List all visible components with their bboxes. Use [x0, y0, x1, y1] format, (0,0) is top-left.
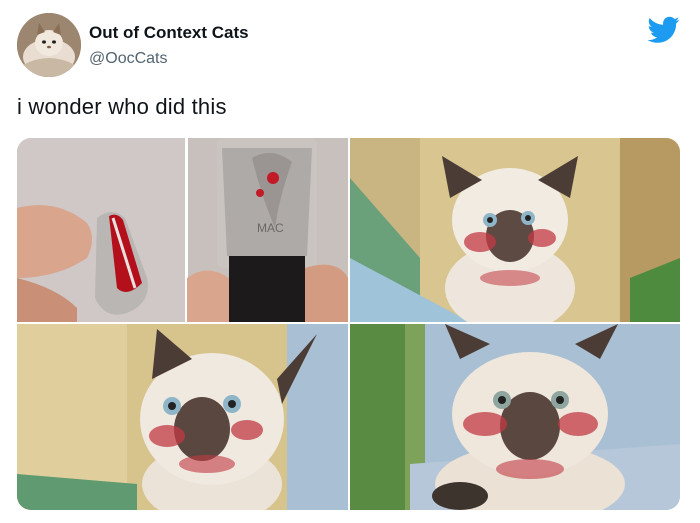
account-handle[interactable]: @OocCats	[89, 50, 167, 68]
lipstick-photo[interactable]: MAC	[17, 138, 348, 322]
tweet-card: Out of Context Cats @OocCats i wonder wh…	[0, 0, 700, 523]
twitter-bird-icon[interactable]	[647, 16, 680, 44]
cat-photo-2[interactable]	[17, 324, 348, 510]
cat-photo-1[interactable]	[350, 138, 680, 322]
cat-photo-3[interactable]	[350, 324, 680, 510]
cat-avatar-icon	[17, 13, 81, 77]
display-name[interactable]: Out of Context Cats	[89, 23, 249, 43]
tweet-text: i wonder who did this	[17, 94, 227, 119]
svg-text:MAC: MAC	[257, 221, 284, 235]
avatar[interactable]	[17, 13, 81, 77]
media-grid: MAC	[17, 138, 680, 510]
